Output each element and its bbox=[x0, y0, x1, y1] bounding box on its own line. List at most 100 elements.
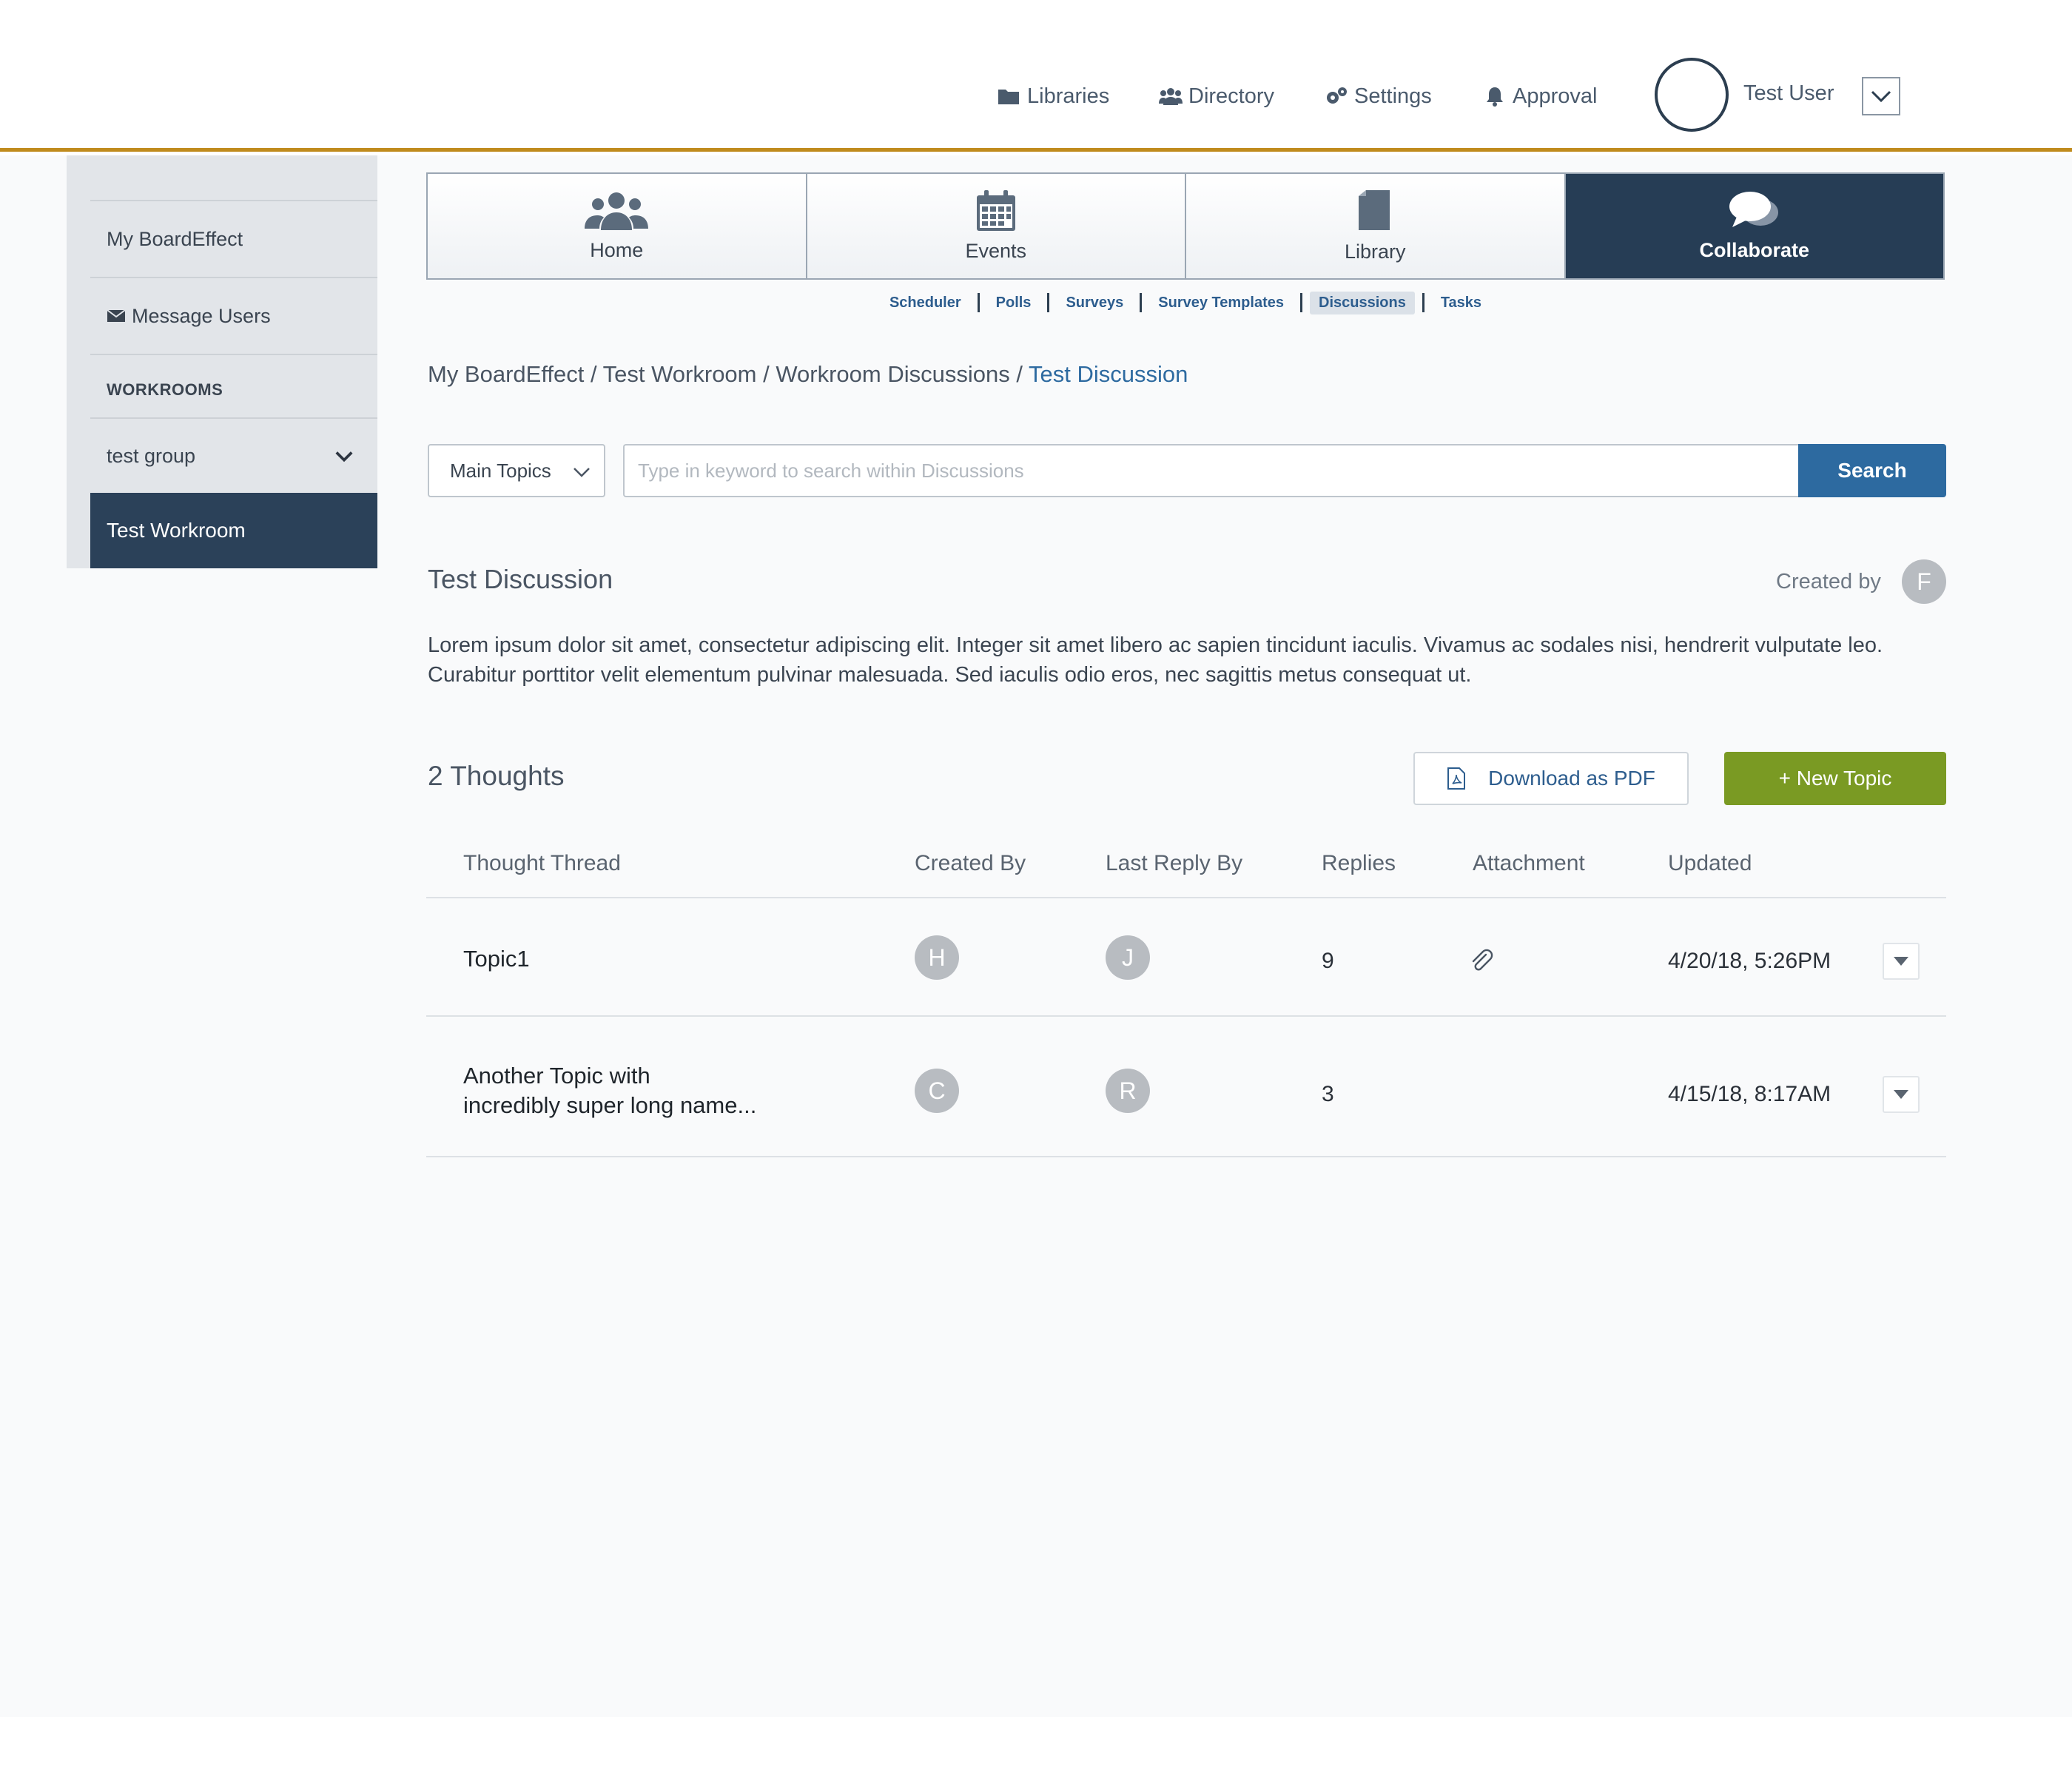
last-reply-avatar[interactable]: R bbox=[1106, 1069, 1150, 1113]
tab-library[interactable]: Library bbox=[1186, 174, 1566, 278]
breadcrumb-my-boardeffect[interactable]: My BoardEffect bbox=[428, 361, 584, 387]
sidebar-item-label: My BoardEffect bbox=[107, 227, 243, 250]
discussion-description: Lorem ipsum dolor sit amet, consectetur … bbox=[428, 633, 1883, 687]
creator-avatar[interactable]: F bbox=[1902, 559, 1946, 604]
thought-title[interactable]: Topic1 bbox=[463, 944, 530, 974]
sub-nav: Scheduler Polls Surveys Survey Templates… bbox=[426, 289, 1945, 317]
column-header-updated[interactable]: Updated bbox=[1668, 851, 1752, 876]
download-pdf-button[interactable]: Download as PDF bbox=[1413, 752, 1689, 805]
new-topic-button[interactable]: + New Topic bbox=[1724, 752, 1946, 805]
breadcrumb-current: Test Discussion bbox=[1029, 361, 1188, 387]
nav-approval[interactable]: Approval bbox=[1483, 70, 1597, 122]
nav-libraries[interactable]: Libraries bbox=[998, 70, 1109, 122]
user-name[interactable]: Test User bbox=[1743, 81, 1834, 106]
subnav-discussions[interactable]: Discussions bbox=[1310, 291, 1415, 314]
tab-home[interactable]: Home bbox=[428, 174, 807, 278]
sidebar-item-test-workroom[interactable]: Test Workroom bbox=[90, 493, 377, 568]
table-divider bbox=[426, 897, 1946, 898]
row-actions-dropdown[interactable] bbox=[1883, 943, 1920, 980]
nav-directory[interactable]: Directory bbox=[1159, 70, 1274, 122]
discussion-search-input[interactable] bbox=[623, 444, 1801, 497]
created-by-avatar[interactable]: C bbox=[915, 1069, 959, 1113]
user-menu-dropdown[interactable] bbox=[1862, 77, 1900, 115]
nav-libraries-label: Libraries bbox=[1027, 84, 1110, 108]
thought-title[interactable]: Another Topic with bbox=[463, 1061, 650, 1091]
subnav-tasks[interactable]: Tasks bbox=[1432, 292, 1490, 314]
paperclip-icon[interactable] bbox=[1470, 949, 1495, 974]
calendar-icon bbox=[976, 190, 1015, 231]
search-button[interactable]: Search bbox=[1798, 444, 1946, 497]
column-header-created-by[interactable]: Created By bbox=[915, 851, 1026, 876]
sidebar-heading-workrooms: WORKROOMS bbox=[90, 354, 377, 425]
envelope-icon bbox=[107, 309, 126, 322]
column-header-replies[interactable]: Replies bbox=[1322, 851, 1396, 876]
breadcrumb-separator: / bbox=[1009, 361, 1029, 387]
subnav-survey-templates[interactable]: Survey Templates bbox=[1149, 292, 1293, 314]
subnav-divider bbox=[977, 293, 980, 312]
sidebar-item-message-users[interactable]: Message Users bbox=[90, 277, 377, 354]
gears-icon bbox=[1327, 87, 1347, 104]
row-actions-dropdown[interactable] bbox=[1883, 1076, 1920, 1113]
nav-settings-label: Settings bbox=[1354, 84, 1432, 108]
tab-label: Home bbox=[590, 239, 644, 261]
topic-filter-value: Main Topics bbox=[450, 459, 551, 482]
nav-directory-label: Directory bbox=[1188, 84, 1275, 108]
table-divider bbox=[426, 1015, 1946, 1017]
created-by-label: Created by bbox=[1776, 570, 1881, 593]
chevron-down-icon[interactable] bbox=[334, 448, 354, 465]
discussion-title: Test Discussion bbox=[428, 564, 613, 594]
nav-settings[interactable]: Settings bbox=[1325, 70, 1432, 122]
sidebar-item-label: test group bbox=[107, 444, 196, 467]
column-header-thought-thread[interactable]: Thought Thread bbox=[463, 851, 621, 876]
nav-approval-label: Approval bbox=[1513, 84, 1598, 108]
reply-count: 9 bbox=[1322, 949, 1334, 973]
subnav-scheduler[interactable]: Scheduler bbox=[881, 292, 970, 314]
breadcrumb: My BoardEffect / Test Workroom / Workroo… bbox=[428, 361, 1188, 388]
subnav-divider bbox=[1047, 293, 1050, 312]
caret-down-icon bbox=[1894, 1090, 1908, 1099]
sidebar-item-test-group[interactable]: test group bbox=[90, 417, 377, 493]
tab-label: Library bbox=[1344, 240, 1406, 263]
breadcrumb-separator: / bbox=[584, 361, 603, 387]
thought-title-continued[interactable]: incredibly super long name... bbox=[463, 1091, 756, 1120]
table-divider bbox=[426, 1156, 1946, 1157]
caret-down-icon bbox=[1894, 957, 1908, 966]
tab-label: Events bbox=[965, 240, 1027, 262]
chevron-down-icon bbox=[574, 468, 590, 477]
pdf-file-icon bbox=[1447, 767, 1466, 790]
tab-events[interactable]: Events bbox=[807, 174, 1186, 278]
last-reply-avatar[interactable]: J bbox=[1106, 935, 1150, 980]
users-icon bbox=[1159, 88, 1183, 105]
users-icon bbox=[585, 192, 649, 230]
chat-bubbles-icon bbox=[1729, 192, 1778, 227]
subnav-divider bbox=[1140, 293, 1143, 312]
user-avatar[interactable] bbox=[1655, 58, 1729, 132]
subnav-polls[interactable]: Polls bbox=[987, 292, 1040, 314]
top-bar: Libraries Directory Settings Approval Te… bbox=[0, 0, 2072, 152]
column-header-attachment[interactable]: Attachment bbox=[1473, 851, 1585, 876]
breadcrumb-separator: / bbox=[756, 361, 776, 387]
sidebar-item-label: Message Users bbox=[132, 304, 271, 327]
bell-icon bbox=[1487, 87, 1503, 107]
chevron-down-icon bbox=[1871, 90, 1891, 103]
reply-count: 3 bbox=[1322, 1082, 1334, 1106]
tab-collaborate[interactable]: Collaborate bbox=[1565, 174, 1943, 278]
sidebar-item-my-boardeffect[interactable]: My BoardEffect bbox=[90, 200, 377, 277]
breadcrumb-test-workroom[interactable]: Test Workroom bbox=[603, 361, 757, 387]
download-pdf-label: Download as PDF bbox=[1488, 767, 1655, 790]
thoughts-count: 2 Thoughts bbox=[428, 761, 565, 791]
document-icon bbox=[1359, 190, 1390, 230]
folder-icon bbox=[998, 90, 1019, 104]
topic-filter-select[interactable]: Main Topics bbox=[428, 444, 605, 497]
breadcrumb-workroom-discussions[interactable]: Workroom Discussions bbox=[776, 361, 1009, 387]
subnav-divider bbox=[1422, 293, 1424, 312]
updated-date: 4/15/18, 8:17AM bbox=[1668, 1082, 1832, 1106]
sidebar: My BoardEffect Message Users WORKROOMS t… bbox=[67, 155, 377, 568]
tab-label: Collaborate bbox=[1699, 239, 1810, 261]
updated-date: 4/20/18, 5:26PM bbox=[1668, 949, 1832, 973]
subnav-surveys[interactable]: Surveys bbox=[1057, 292, 1132, 314]
created-by-avatar[interactable]: H bbox=[915, 935, 959, 980]
subnav-divider bbox=[1300, 293, 1302, 312]
column-header-last-reply-by[interactable]: Last Reply By bbox=[1106, 851, 1242, 876]
main-tabs: Home Events Library Collaborate bbox=[426, 172, 1945, 280]
